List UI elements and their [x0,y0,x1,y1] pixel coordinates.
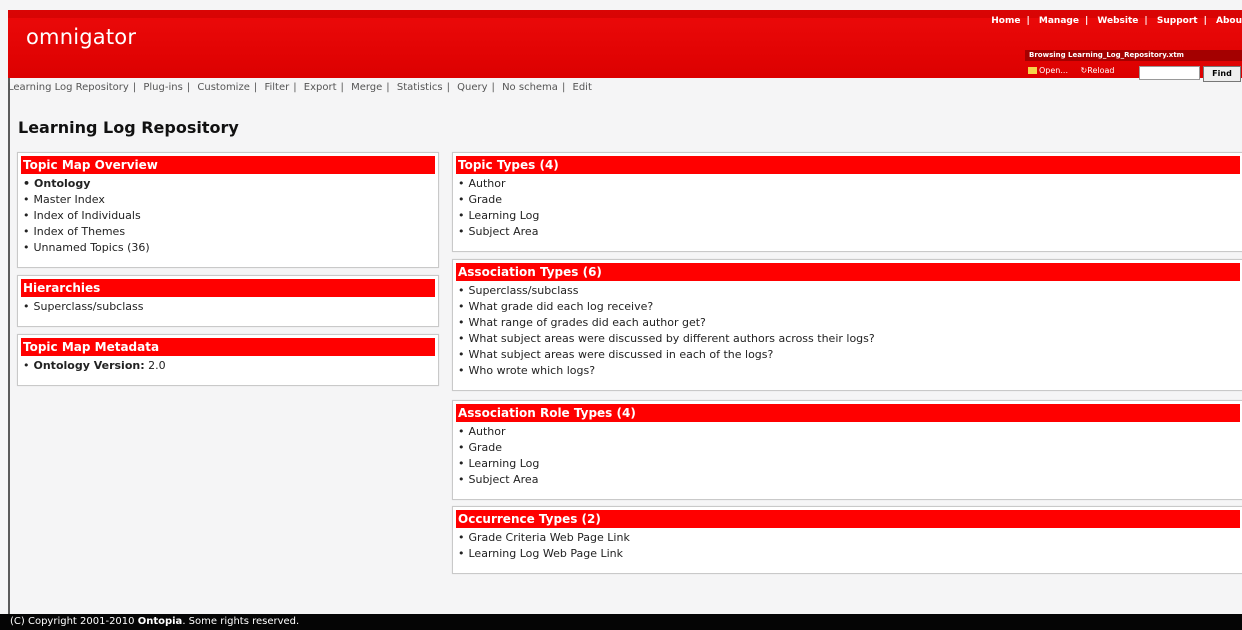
topic-type-author[interactable]: Author [458,176,1242,192]
footer-company-link[interactable]: Ontopia [138,616,183,627]
topic-types-heading: Topic Types (4) [456,156,1240,174]
overview-heading: Topic Map Overview [21,156,435,174]
overview-item-ontology[interactable]: Ontology [23,176,438,192]
association-type-item[interactable]: Superclass/subclass [458,283,1242,299]
reload-link[interactable]: ↻Reload [1081,66,1115,75]
association-type-item[interactable]: What subject areas were discussed in eac… [458,347,1242,363]
metadata-panel: Topic Map Metadata Ontology Version: 2.0 [17,334,439,386]
metadata-label: Ontology Version: [33,359,145,372]
role-type-subject-area[interactable]: Subject Area [458,472,1242,488]
top-link-website[interactable]: Website [1097,16,1138,26]
topic-type-learning-log[interactable]: Learning Log [458,208,1242,224]
metadata-item-ontology-version: Ontology Version: 2.0 [23,358,438,374]
role-type-learning-log[interactable]: Learning Log [458,456,1242,472]
metadata-heading: Topic Map Metadata [21,338,435,356]
role-type-grade[interactable]: Grade [458,440,1242,456]
association-type-item[interactable]: What range of grades did each author get… [458,315,1242,331]
open-link[interactable]: Open... [1028,66,1068,75]
hierarchies-heading: Hierarchies [21,279,435,297]
metadata-value: 2.0 [148,359,166,372]
top-link-home[interactable]: Home [991,16,1020,26]
topic-types-panel: Topic Types (4) Author Grade Learning Lo… [452,152,1242,252]
browsing-status: Browsing Learning_Log_Repository.xtm [1025,50,1242,61]
overview-item-unnamed-topics[interactable]: Unnamed Topics (36) [23,240,438,256]
nav-edit[interactable]: Edit [573,82,592,93]
overview-item-index-themes[interactable]: Index of Themes [23,224,438,240]
overview-item-master-index[interactable]: Master Index [23,192,438,208]
nav-no-schema[interactable]: No schema [502,82,558,93]
nav-customize[interactable]: Customize [197,82,250,93]
nav-export[interactable]: Export [304,82,337,93]
folder-icon [1028,67,1037,74]
overview-item-index-individuals[interactable]: Index of Individuals [23,208,438,224]
footer: (C) Copyright 2001-2010 Ontopia. Some ri… [0,614,1242,630]
nav-repository[interactable]: Learning Log Repository [8,82,129,93]
occurrence-type-learning-log[interactable]: Learning Log Web Page Link [458,546,1242,562]
role-types-panel: Association Role Types (4) Author Grade … [452,400,1242,500]
occurrence-type-grade-criteria[interactable]: Grade Criteria Web Page Link [458,530,1242,546]
footer-suffix: . Some rights reserved. [182,616,300,627]
page-title: Learning Log Repository [18,118,239,137]
nav-bar: Learning Log Repository | Plug-ins | Custo… [8,82,592,93]
nav-statistics[interactable]: Statistics [397,82,443,93]
left-border [8,78,10,614]
role-type-author[interactable]: Author [458,424,1242,440]
hierarchies-panel: Hierarchies Superclass/subclass [17,275,439,327]
top-links: Home | Manage | Website | Support | Abou [991,16,1242,26]
association-type-item[interactable]: What grade did each log receive? [458,299,1242,315]
nav-query[interactable]: Query [457,82,487,93]
toolbar: Open... ↻Reload [1028,66,1124,79]
nav-merge[interactable]: Merge [351,82,382,93]
role-types-heading: Association Role Types (4) [456,404,1240,422]
topic-type-subject-area[interactable]: Subject Area [458,224,1242,240]
association-types-panel: Association Types (6) Superclass/subclas… [452,259,1242,391]
footer-prefix: (C) Copyright 2001-2010 [10,616,138,627]
nav-filter[interactable]: Filter [264,82,289,93]
find-button[interactable]: Find [1203,66,1241,82]
occurrence-types-panel: Occurrence Types (2) Grade Criteria Web … [452,506,1242,574]
find-input[interactable] [1139,66,1200,80]
occurrence-types-heading: Occurrence Types (2) [456,510,1240,528]
overview-panel: Topic Map Overview Ontology Master Index… [17,152,439,268]
association-types-heading: Association Types (6) [456,263,1240,281]
association-type-item[interactable]: What subject areas were discussed by dif… [458,331,1242,347]
nav-plugins[interactable]: Plug-ins [143,82,182,93]
top-link-about[interactable]: Abou [1216,16,1242,26]
association-type-item[interactable]: Who wrote which logs? [458,363,1242,379]
logo: omnigator [26,25,137,49]
top-link-support[interactable]: Support [1157,16,1198,26]
top-link-manage[interactable]: Manage [1039,16,1079,26]
topic-type-grade[interactable]: Grade [458,192,1242,208]
hierarchy-item-superclass[interactable]: Superclass/subclass [23,299,438,315]
